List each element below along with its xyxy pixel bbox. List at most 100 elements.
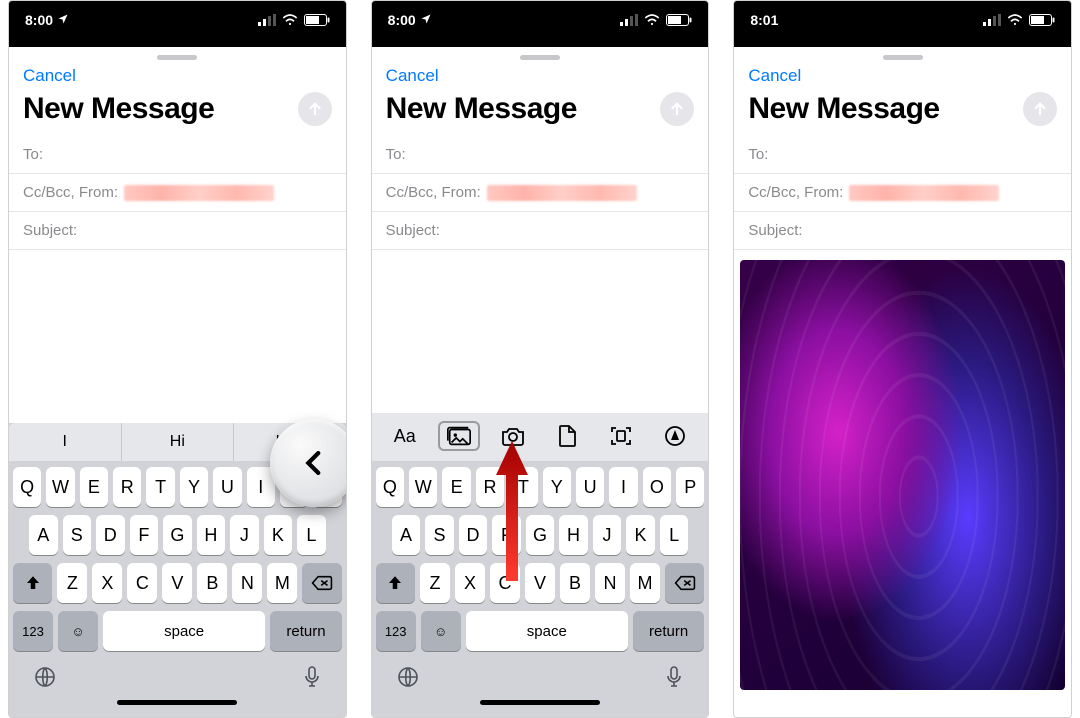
return-key[interactable]: return [633,611,704,651]
key-v[interactable]: V [162,563,192,603]
key-p[interactable]: P [676,467,704,507]
delete-key[interactable] [302,563,341,603]
subject-field[interactable]: Subject: [734,212,1071,250]
suggestion-1[interactable]: I [9,423,122,461]
message-body[interactable] [372,250,709,413]
key-z[interactable]: Z [420,563,450,603]
text-format-button[interactable]: Aa [384,421,426,451]
key-e[interactable]: E [442,467,470,507]
numbers-key[interactable]: 123 [13,611,53,651]
key-l[interactable]: L [660,515,689,555]
suggestion-2[interactable]: Hi [122,423,235,461]
key-j[interactable]: J [593,515,622,555]
key-h[interactable]: H [559,515,588,555]
key-d[interactable]: D [459,515,488,555]
camera-button[interactable] [492,421,534,451]
key-g[interactable]: G [526,515,555,555]
key-k[interactable]: K [626,515,655,555]
space-key[interactable]: space [103,611,265,651]
key-z[interactable]: Z [57,563,87,603]
key-d[interactable]: D [96,515,125,555]
cancel-button[interactable]: Cancel [23,66,76,86]
scan-document-button[interactable] [600,421,642,451]
subject-field[interactable]: Subject: [9,212,346,250]
key-u[interactable]: U [213,467,241,507]
ccbcc-from-field[interactable]: Cc/Bcc, From: [9,174,346,212]
key-y[interactable]: Y [543,467,571,507]
ccbcc-from-field[interactable]: Cc/Bcc, From: [734,174,1071,212]
key-l[interactable]: L [297,515,326,555]
globe-icon[interactable] [396,665,420,694]
key-q[interactable]: Q [13,467,41,507]
markup-button[interactable] [654,421,696,451]
status-bar: 8:00 [9,1,346,39]
to-field[interactable]: To: [734,136,1071,174]
key-t[interactable]: T [509,467,537,507]
attached-image[interactable] [740,260,1065,690]
key-b[interactable]: B [197,563,227,603]
emoji-key[interactable]: ☺ [58,611,98,651]
dictation-icon[interactable] [302,665,322,694]
key-s[interactable]: S [425,515,454,555]
key-x[interactable]: X [455,563,485,603]
subject-field[interactable]: Subject: [372,212,709,250]
return-key[interactable]: return [270,611,341,651]
emoji-key[interactable]: ☺ [421,611,461,651]
home-indicator[interactable] [843,702,963,707]
ccbcc-from-field[interactable]: Cc/Bcc, From: [372,174,709,212]
send-button[interactable] [1023,92,1057,126]
key-w[interactable]: W [409,467,437,507]
key-f[interactable]: F [492,515,521,555]
delete-key[interactable] [665,563,704,603]
space-key[interactable]: space [466,611,628,651]
key-x[interactable]: X [92,563,122,603]
key-q[interactable]: Q [376,467,404,507]
send-button[interactable] [298,92,332,126]
sheet-grabber[interactable] [157,55,197,60]
photo-library-button[interactable] [438,421,480,451]
key-c[interactable]: C [490,563,520,603]
cancel-button[interactable]: Cancel [386,66,439,86]
shift-key[interactable] [13,563,52,603]
to-field[interactable]: To: [372,136,709,174]
key-c[interactable]: C [127,563,157,603]
sheet-grabber[interactable] [520,55,560,60]
to-field[interactable]: To: [9,136,346,174]
key-f[interactable]: F [130,515,159,555]
message-body[interactable] [9,250,346,423]
cancel-button[interactable]: Cancel [748,66,801,86]
key-u[interactable]: U [576,467,604,507]
key-e[interactable]: E [80,467,108,507]
key-a[interactable]: A [29,515,58,555]
key-g[interactable]: G [163,515,192,555]
message-body[interactable] [734,250,1071,717]
key-w[interactable]: W [46,467,74,507]
home-indicator[interactable] [480,700,600,705]
key-i[interactable]: I [609,467,637,507]
redacted-from-address [487,185,637,201]
key-r[interactable]: R [476,467,504,507]
home-indicator[interactable] [117,700,237,705]
key-a[interactable]: A [392,515,421,555]
key-s[interactable]: S [63,515,92,555]
key-y[interactable]: Y [180,467,208,507]
dictation-icon[interactable] [664,665,684,694]
key-j[interactable]: J [230,515,259,555]
globe-icon[interactable] [33,665,57,694]
key-k[interactable]: K [264,515,293,555]
attach-document-button[interactable] [546,421,588,451]
send-button[interactable] [660,92,694,126]
key-b[interactable]: B [560,563,590,603]
key-n[interactable]: N [232,563,262,603]
sheet-grabber[interactable] [883,55,923,60]
key-n[interactable]: N [595,563,625,603]
key-v[interactable]: V [525,563,555,603]
key-h[interactable]: H [197,515,226,555]
key-m[interactable]: M [267,563,297,603]
numbers-key[interactable]: 123 [376,611,416,651]
key-r[interactable]: R [113,467,141,507]
shift-key[interactable] [376,563,415,603]
key-o[interactable]: O [643,467,671,507]
key-t[interactable]: T [146,467,174,507]
key-m[interactable]: M [630,563,660,603]
